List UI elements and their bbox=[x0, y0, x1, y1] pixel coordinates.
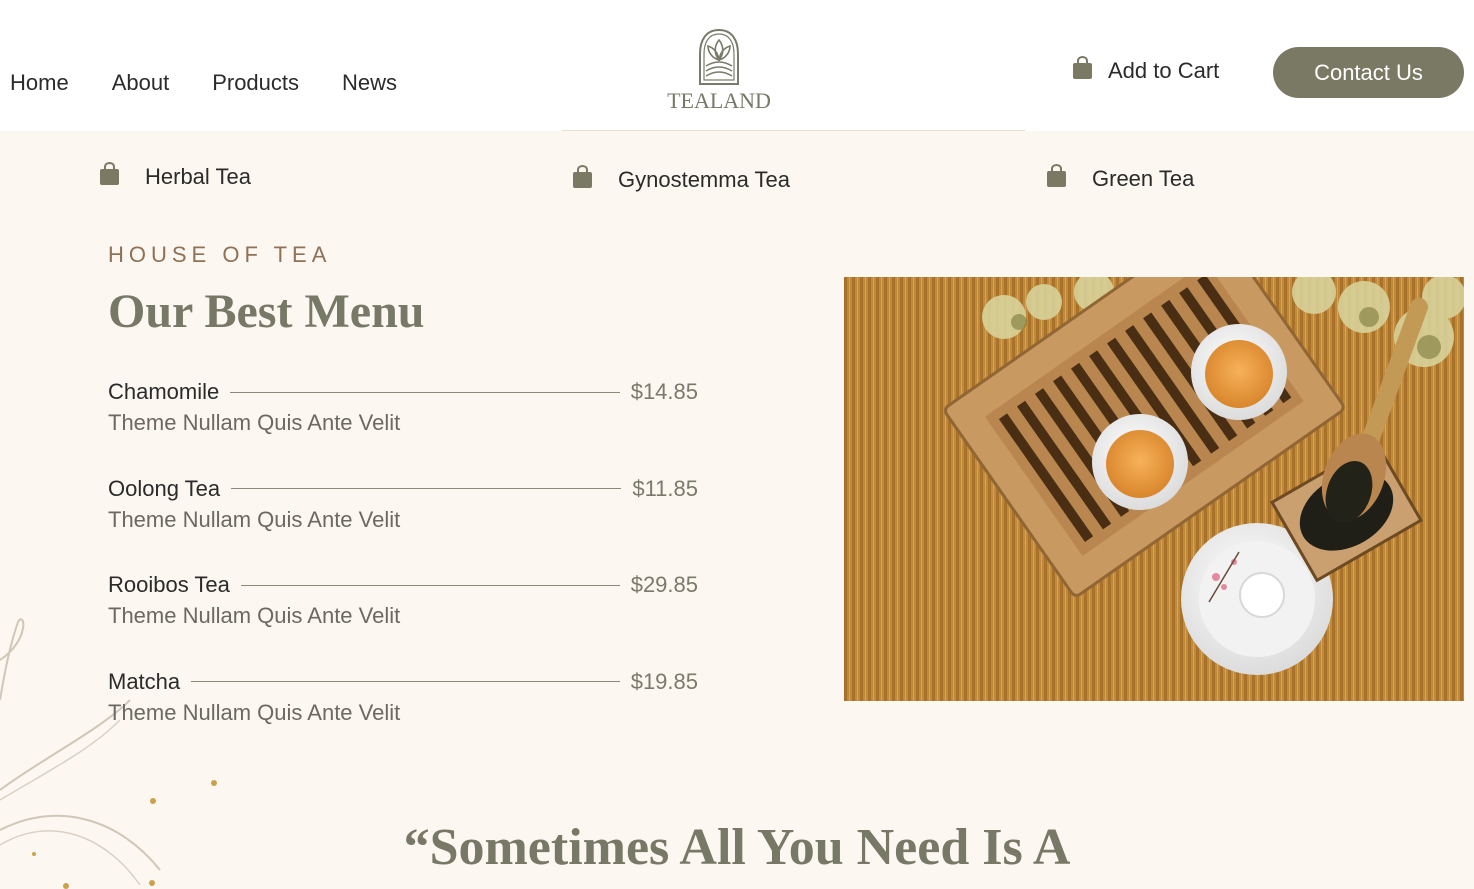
menu-item-divider bbox=[231, 488, 622, 489]
category-label: Green Tea bbox=[1092, 166, 1195, 191]
menu-item-divider bbox=[191, 681, 620, 682]
menu-item-name: Oolong Tea bbox=[108, 475, 221, 501]
menu-item-price: $11.85 bbox=[632, 475, 698, 501]
logo-divider bbox=[562, 130, 1025, 131]
main-nav: Home About Products News bbox=[10, 68, 440, 98]
menu-item-name: Rooibos Tea bbox=[108, 572, 230, 597]
category-gynostemma-tea[interactable]: Gynostemma Tea bbox=[572, 164, 791, 195]
tea-leaf-logo-icon bbox=[699, 28, 739, 85]
contact-us-button[interactable]: Contact Us bbox=[1273, 47, 1464, 98]
menu-item-price: $14.85 bbox=[630, 379, 698, 404]
section-title: Our Best Menu bbox=[108, 285, 425, 338]
nav-home[interactable]: Home bbox=[10, 68, 69, 98]
menu-list: Chamomile $14.85 Theme Nullam Quis Ante … bbox=[108, 376, 698, 762]
site-header: Home About Products News TEALAND Add to … bbox=[0, 0, 1474, 131]
shopping-bag-icon bbox=[572, 164, 593, 195]
add-to-cart-label: Add to Cart bbox=[1108, 58, 1220, 83]
menu-item-price: $19.85 bbox=[630, 668, 698, 694]
category-green-tea[interactable]: Green Tea bbox=[1046, 163, 1195, 194]
menu-item-name: Chamomile bbox=[108, 379, 220, 404]
menu-item: Chamomile $14.85 Theme Nullam Quis Ante … bbox=[108, 376, 698, 473]
menu-item-divider bbox=[230, 391, 620, 393]
category-label: Herbal Tea bbox=[145, 164, 251, 189]
category-herbal-tea[interactable]: Herbal Tea bbox=[99, 161, 251, 192]
nav-about[interactable]: About bbox=[112, 68, 170, 98]
add-to-cart-link[interactable]: Add to Cart bbox=[1072, 55, 1220, 86]
menu-item: Matcha $19.85 Theme Nullam Quis Ante Vel… bbox=[108, 666, 698, 763]
menu-item-description: Theme Nullam Quis Ante Velit bbox=[108, 699, 401, 725]
menu-item: Rooibos Tea $29.85 Theme Nullam Quis Ant… bbox=[108, 569, 698, 666]
shopping-bag-icon bbox=[1072, 55, 1093, 86]
menu-item-description: Theme Nullam Quis Ante Velit bbox=[108, 410, 401, 435]
menu-item-price: $29.85 bbox=[630, 572, 698, 597]
shopping-bag-icon bbox=[99, 161, 120, 192]
site-logo[interactable]: TEALAND bbox=[655, 28, 783, 120]
section-eyebrow: HOUSE OF TEA bbox=[108, 242, 332, 267]
tea-set-photo bbox=[844, 277, 1464, 701]
quote-text: “Sometimes All You Need Is A bbox=[403, 819, 1071, 876]
nav-news[interactable]: News bbox=[342, 68, 397, 98]
menu-item-divider bbox=[240, 584, 620, 586]
logo-text: TEALAND bbox=[667, 88, 771, 113]
menu-item-description: Theme Nullam Quis Ante Velit bbox=[108, 506, 401, 532]
menu-item-description: Theme Nullam Quis Ante Velit bbox=[108, 603, 401, 628]
shopping-bag-icon bbox=[1046, 163, 1067, 194]
category-label: Gynostemma Tea bbox=[618, 167, 791, 192]
menu-item: Oolong Tea $11.85 Theme Nullam Quis Ante… bbox=[108, 473, 698, 570]
menu-item-name: Matcha bbox=[108, 668, 181, 694]
nav-products[interactable]: Products bbox=[212, 68, 299, 98]
